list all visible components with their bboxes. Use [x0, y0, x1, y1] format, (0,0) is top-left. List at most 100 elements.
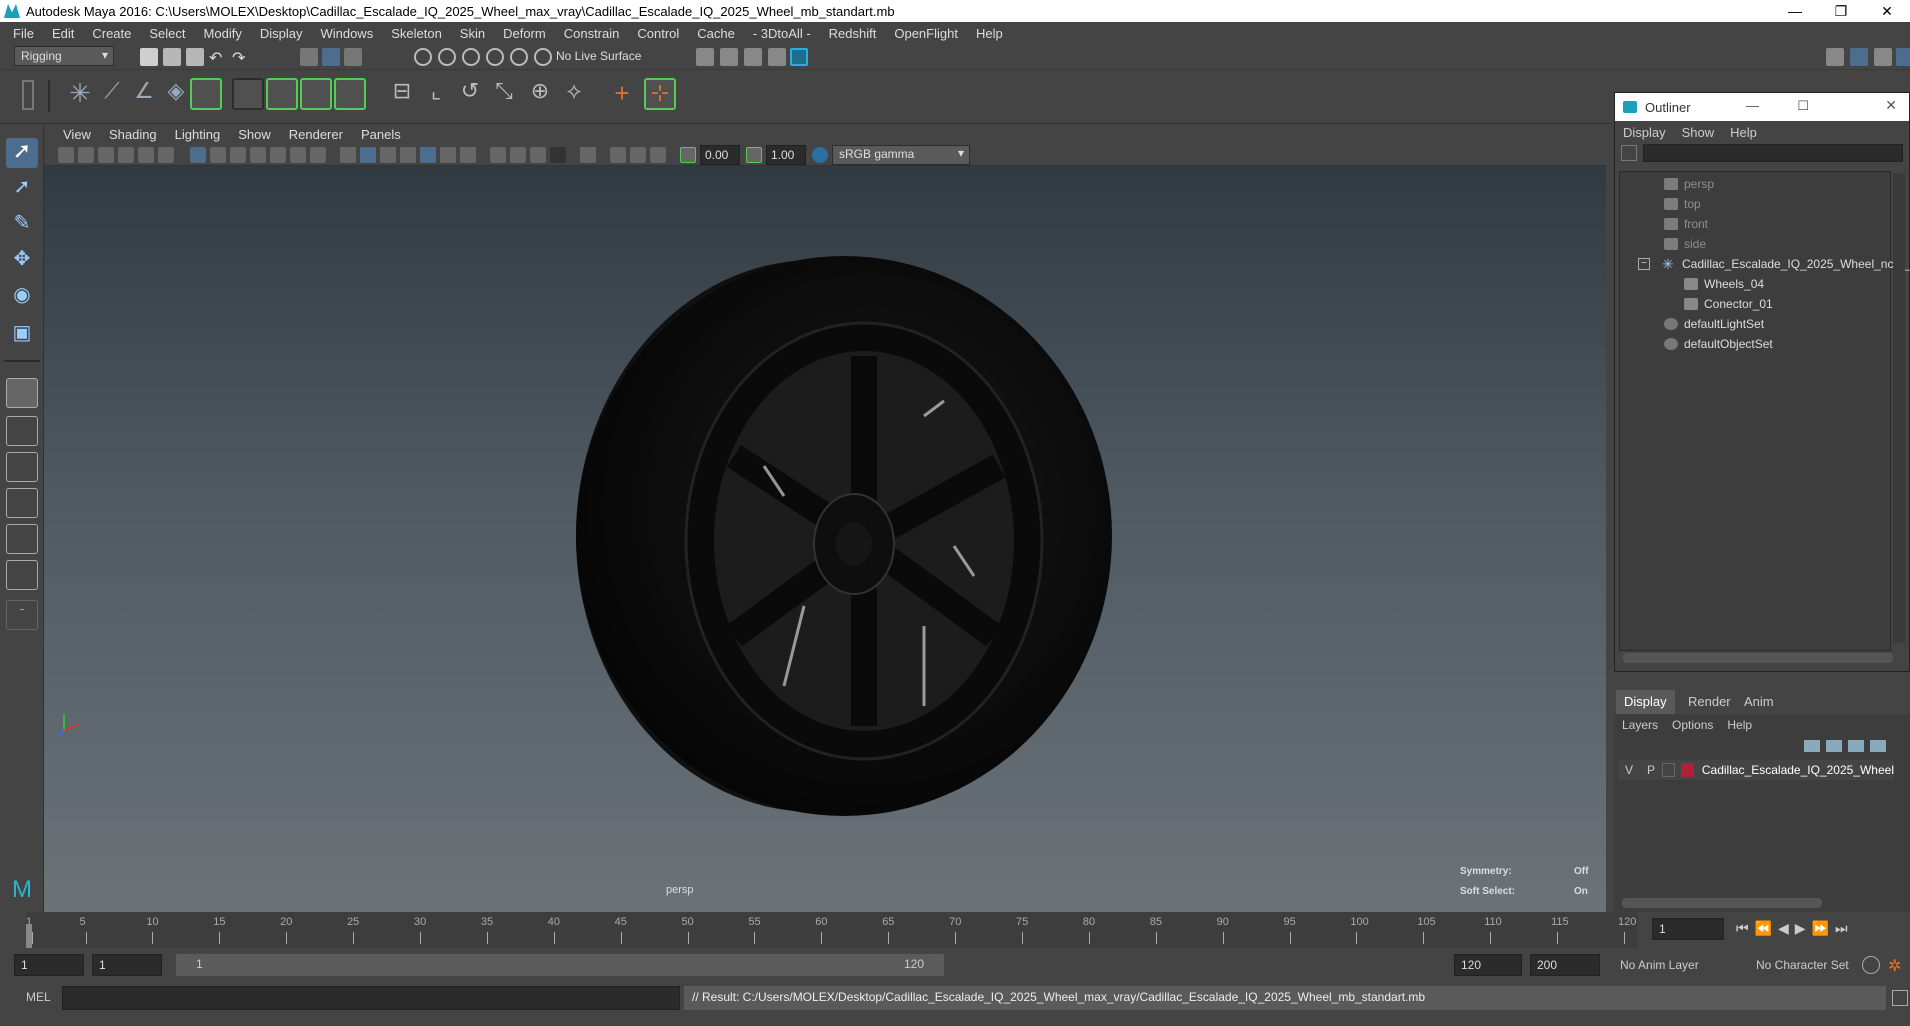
outliner-minimize-button[interactable]: — — [1746, 98, 1759, 113]
use-all-lights-icon[interactable] — [420, 147, 436, 163]
outliner-item-side[interactable]: side — [1664, 234, 1706, 254]
snap-surface-icon[interactable] — [510, 48, 528, 66]
layer-visibility-toggle[interactable]: V — [1618, 763, 1640, 777]
xray-icon[interactable] — [580, 147, 596, 163]
snap-curve-icon[interactable] — [438, 48, 456, 66]
move-layer-up-icon[interactable] — [1804, 740, 1820, 752]
current-frame-field[interactable]: 1 — [1652, 918, 1724, 940]
channel-box-toggle-icon[interactable] — [1850, 48, 1868, 66]
outliner-search-input[interactable] — [1643, 144, 1903, 162]
layer-horizontal-scrollbar[interactable] — [1622, 898, 1822, 908]
modeling-toolkit-icon[interactable] — [1826, 48, 1844, 66]
filter-icon[interactable] — [1621, 145, 1637, 161]
move-layer-down-icon[interactable] — [1826, 740, 1842, 752]
end-time-field[interactable]: 120 — [1454, 954, 1522, 976]
playback-controls[interactable]: ⏮⏪◀▶⏩⏭ — [1736, 920, 1854, 937]
restore-button[interactable]: ❐ — [1818, 0, 1864, 22]
wireframe-icon[interactable] — [340, 147, 356, 163]
outliner-menu-show[interactable]: Show — [1682, 125, 1731, 140]
backface-culling-icon[interactable] — [650, 147, 666, 163]
render-settings-icon[interactable] — [696, 48, 714, 66]
exposure-icon[interactable] — [680, 147, 696, 163]
script-language-label[interactable]: MEL — [26, 990, 51, 1004]
outliner-close-button[interactable]: ✕ — [1885, 97, 1897, 114]
open-scene-icon[interactable] — [163, 48, 181, 66]
cluster-icon[interactable] — [334, 78, 366, 110]
start-time-field[interactable]: 1 — [14, 954, 84, 976]
panel-menu-panels[interactable]: Panels — [352, 127, 410, 142]
minimize-button[interactable]: — — [1772, 0, 1818, 22]
menu-redshift[interactable]: Redshift — [820, 26, 886, 41]
layer-display-type[interactable] — [1662, 763, 1676, 777]
xray-active-icon[interactable] — [630, 147, 646, 163]
persp-graph-layout-icon[interactable] — [6, 488, 38, 518]
menu-cache[interactable]: Cache — [688, 26, 744, 41]
motion-blur-icon[interactable] — [490, 147, 506, 163]
mirror-joint-icon[interactable]: ◈ — [160, 78, 192, 110]
menu-skeleton[interactable]: Skeleton — [382, 26, 451, 41]
textured-icon[interactable] — [400, 147, 416, 163]
attribute-editor-toggle-icon[interactable] — [1874, 48, 1892, 66]
paint-weights-icon[interactable] — [266, 78, 298, 110]
outliner-item-group[interactable]: − ✳ Cadillac_Escalade_IQ_2025_Wheel_ncl1… — [1638, 254, 1910, 274]
menu-skin[interactable]: Skin — [451, 26, 494, 41]
outliner-item-conector[interactable]: Conector_01 — [1684, 294, 1773, 314]
panel-menu-shading[interactable]: Shading — [100, 127, 166, 142]
multisample-icon[interactable] — [510, 147, 526, 163]
outliner-item-persp[interactable]: persp — [1664, 174, 1714, 194]
menu-control[interactable]: Control — [628, 26, 688, 41]
shelf-options-icon[interactable] — [22, 80, 34, 110]
panel-menu-lighting[interactable]: Lighting — [166, 127, 230, 142]
menu-deform[interactable]: Deform — [494, 26, 555, 41]
select-tool-icon[interactable]: ➚ — [6, 138, 38, 168]
image-plane-icon[interactable] — [118, 147, 134, 163]
select-by-component-icon[interactable] — [344, 48, 362, 66]
paint-select-icon[interactable]: ✎ — [6, 210, 38, 240]
outliner-horizontal-scrollbar[interactable] — [1623, 653, 1893, 663]
menu-constrain[interactable]: Constrain — [555, 26, 629, 41]
exposure-field[interactable]: 0.00 — [700, 145, 740, 165]
menu-help[interactable]: Help — [967, 26, 1012, 41]
2d-pan-zoom-icon[interactable] — [138, 147, 154, 163]
outliner-item-lightset[interactable]: defaultLightSet — [1664, 314, 1764, 334]
panel-menu-show[interactable]: Show — [229, 127, 280, 142]
more-layouts-icon[interactable]: - — [6, 600, 38, 630]
live-surface-label[interactable]: No Live Surface — [556, 49, 641, 63]
time-slider[interactable]: 1 5 10 15 20 25 30 35 40 45 50 55 60 65 70 75 80 85 90 95 10… — [0, 912, 1910, 950]
safe-title-icon[interactable] — [310, 147, 326, 163]
new-layer-icon[interactable] — [1848, 740, 1864, 752]
lattice-icon[interactable] — [300, 78, 332, 110]
tab-anim[interactable]: Anim — [1736, 690, 1782, 714]
tab-render[interactable]: Render — [1680, 690, 1739, 714]
gate-mask-icon[interactable] — [250, 147, 266, 163]
anim-end-field[interactable]: 200 — [1530, 954, 1600, 976]
select-by-object-icon[interactable] — [322, 48, 340, 66]
command-input[interactable] — [62, 986, 680, 1010]
wireframe-on-shaded-icon[interactable] — [380, 147, 396, 163]
aim-constraint-icon[interactable]: ⌞ — [420, 78, 452, 110]
menu-set-dropdown[interactable]: Rigging ▾ — [14, 46, 114, 66]
tab-display[interactable]: Display — [1616, 690, 1675, 714]
render-view-icon[interactable] — [768, 48, 786, 66]
panel-menu-renderer[interactable]: Renderer — [280, 127, 352, 142]
snap-view-plane-icon[interactable] — [486, 48, 504, 66]
field-chart-icon[interactable] — [270, 147, 286, 163]
snap-point-icon[interactable] — [462, 48, 480, 66]
safe-action-icon[interactable] — [290, 147, 306, 163]
menu-select[interactable]: Select — [140, 26, 194, 41]
time-ruler[interactable]: 1 5 10 15 20 25 30 35 40 45 50 55 60 65 70 75 80 85 90 95 10… — [26, 912, 1638, 948]
outliner-item-objectset[interactable]: defaultObjectSet — [1664, 334, 1773, 354]
anim-layer-dropdown[interactable]: No Anim Layer — [1620, 958, 1699, 972]
smooth-shade-icon[interactable] — [360, 147, 376, 163]
anim-start-field[interactable]: 1 — [92, 954, 162, 976]
auto-key-icon[interactable] — [1862, 956, 1880, 974]
isolate-select-icon[interactable] — [550, 147, 566, 163]
select-by-hierarchy-icon[interactable] — [300, 48, 318, 66]
camera-attributes-icon[interactable] — [78, 147, 94, 163]
grid-icon[interactable] — [190, 147, 206, 163]
hypershade-icon[interactable] — [790, 48, 808, 66]
collapse-icon[interactable]: − — [1638, 258, 1650, 270]
parent-constraint-icon[interactable]: ⊕ — [524, 78, 556, 110]
tool-settings-toggle-icon[interactable] — [1896, 48, 1910, 66]
lasso-tool-icon[interactable]: ➚ — [6, 174, 38, 204]
